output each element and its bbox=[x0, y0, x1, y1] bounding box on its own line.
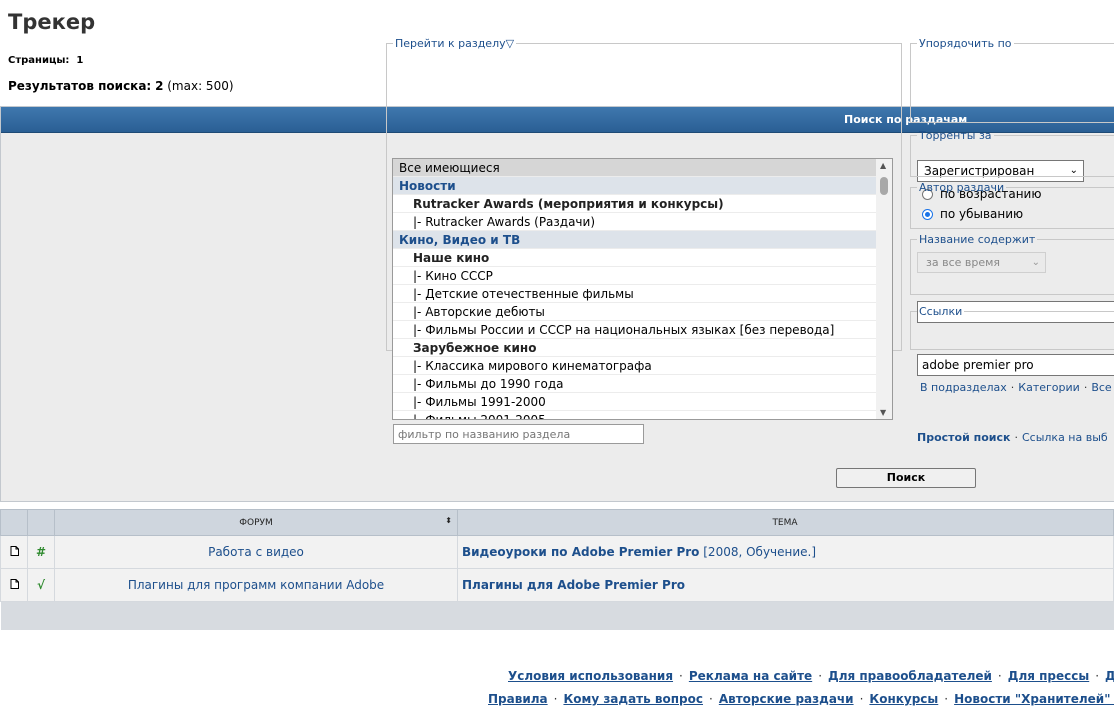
forum-option[interactable]: Новости bbox=[393, 177, 877, 195]
links-row: Простой поиск · Ссылка на выб bbox=[917, 431, 1108, 444]
footer-links-row-2: Правила · Кому задать вопрос · Авторские раз… bbox=[488, 692, 1114, 706]
pages-indicator: Страницы: 1 bbox=[8, 55, 83, 66]
status-hash-icon: # bbox=[27, 535, 55, 569]
forum-option[interactable]: Наше кино bbox=[393, 249, 877, 267]
forum-option[interactable]: |- Фильмы до 1990 года bbox=[393, 375, 877, 393]
forum-cell: Плагины для программ компании Adobe bbox=[54, 568, 458, 602]
status-check-icon: √ bbox=[27, 568, 55, 602]
forum-select-list[interactable]: Все имеющиеся Новости Rutracker Awards (ме… bbox=[392, 158, 893, 420]
results-count: 2 bbox=[155, 79, 164, 93]
table-row: # Работа с видео Видеоуроки по Adobe Pre… bbox=[0, 535, 1114, 569]
results-footer-row bbox=[0, 601, 1114, 630]
topic-link[interactable]: Плагины для Adobe Premier Pro bbox=[462, 578, 685, 592]
forum-link[interactable]: Плагины для программ компании Adobe bbox=[128, 578, 384, 592]
forum-option[interactable]: Все имеющиеся bbox=[393, 159, 877, 177]
results-label: Результатов поиска: bbox=[8, 79, 152, 93]
forum-filter-input[interactable] bbox=[393, 424, 644, 444]
simple-search-link[interactable]: Простой поиск bbox=[917, 431, 1010, 444]
links-legend: Ссылки bbox=[919, 305, 963, 318]
col-forum-header[interactable]: ФОРУМ ⬍ bbox=[54, 509, 458, 536]
forum-option[interactable]: |- Фильмы 2001-2005 bbox=[393, 411, 877, 419]
forum-option[interactable]: Rutracker Awards (мероприятия и конкурсы… bbox=[393, 195, 877, 213]
author-fieldset: Автор раздачи bbox=[910, 181, 1114, 229]
in-subforums-link[interactable]: В подразделах bbox=[920, 381, 1007, 394]
pages-label: Страницы: bbox=[8, 55, 70, 66]
footer-link-author-releases[interactable]: Авторские раздачи bbox=[719, 692, 854, 706]
footer-link-ask[interactable]: Кому задать вопрос bbox=[563, 692, 703, 706]
col-topic-header[interactable]: ТЕМА bbox=[457, 509, 1114, 536]
order-legend: Упорядочить по bbox=[919, 37, 1012, 50]
title-legend: Название содержит bbox=[919, 233, 1036, 246]
title-fieldset: Название содержит bbox=[910, 233, 1114, 295]
scroll-down-arrow-icon[interactable]: ▼ bbox=[880, 408, 886, 417]
forum-legend[interactable]: Перейти к разделу▽ bbox=[393, 37, 516, 50]
pages-value: 1 bbox=[76, 55, 84, 66]
scroll-thumb[interactable] bbox=[880, 177, 888, 195]
all-link[interactable]: Все bbox=[1091, 381, 1111, 394]
title-search-scope-links: В подразделах · Категории · Все bbox=[920, 381, 1112, 394]
footer-link-keepers-news[interactable]: Новости "Хранителей" и "Ан bbox=[954, 692, 1114, 706]
footer-link-press[interactable]: Для прессы bbox=[1008, 669, 1089, 683]
col-icon bbox=[0, 509, 28, 536]
forum-link[interactable]: Работа с видео bbox=[208, 545, 304, 559]
topic-cell: Плагины для Adobe Premier Pro bbox=[457, 568, 1114, 602]
results-header-row: ФОРУМ ⬍ ТЕМА bbox=[0, 509, 1114, 536]
triangle-down-icon: ▽ bbox=[505, 37, 515, 50]
title-search-input[interactable]: adobe premier pro bbox=[917, 354, 1114, 376]
topic-cell: Видеоуроки по Adobe Premier Pro [2008, О… bbox=[457, 535, 1114, 569]
page-title: Трекер bbox=[8, 10, 96, 34]
link-to-results-link[interactable]: Ссылка на выб bbox=[1022, 431, 1108, 444]
results-max: (max: 500) bbox=[167, 79, 234, 93]
forum-options: Все имеющиеся Новости Rutracker Awards (ме… bbox=[393, 159, 892, 419]
forum-option[interactable]: |- Фильмы 1991-2000 bbox=[393, 393, 877, 411]
footer-link-terms[interactable]: Условия использования bbox=[508, 669, 673, 683]
torrents-period-fieldset: Торренты за bbox=[910, 129, 1114, 177]
topic-file-icon[interactable] bbox=[0, 535, 28, 569]
footer-links-row-1: Условия использования · Реклама на сайте · Д… bbox=[508, 669, 1114, 683]
forum-option[interactable]: |- Кино СССР bbox=[393, 267, 877, 285]
results-table: ФОРУМ ⬍ ТЕМА # Работа с видео Видеоуроки… bbox=[0, 509, 1114, 630]
forum-option[interactable]: Зарубежное кино bbox=[393, 339, 877, 357]
torrents-legend: Торренты за bbox=[919, 129, 992, 142]
sort-arrows-icon[interactable]: ⬍ bbox=[445, 516, 452, 525]
footer-link-rightholders[interactable]: Для правообладателей bbox=[828, 669, 992, 683]
categories-link[interactable]: Категории bbox=[1018, 381, 1080, 394]
search-button[interactable]: Поиск bbox=[836, 468, 976, 488]
col-status bbox=[27, 509, 55, 536]
forum-option[interactable]: |- Детские отечественные фильмы bbox=[393, 285, 877, 303]
forum-option[interactable]: |- Классика мирового кинематографа bbox=[393, 357, 877, 375]
links-fieldset: Ссылки bbox=[910, 305, 1114, 350]
forum-option[interactable]: |- Фильмы России и СССР на национальных … bbox=[393, 321, 877, 339]
table-row: √ Плагины для программ компании Adobe Пл… bbox=[0, 568, 1114, 602]
forum-option[interactable]: |- Rutracker Awards (Раздачи) bbox=[393, 213, 877, 231]
scroll-up-arrow-icon[interactable]: ▲ bbox=[880, 161, 886, 170]
footer-link-ads[interactable]: Реклама на сайте bbox=[689, 669, 812, 683]
footer-link-more[interactable]: Для пр bbox=[1105, 669, 1114, 683]
author-legend: Автор раздачи bbox=[919, 181, 1005, 194]
forum-option[interactable]: Кино, Видео и ТВ bbox=[393, 231, 877, 249]
topic-link[interactable]: Видеоуроки по Adobe Premier Pro bbox=[462, 545, 699, 559]
forum-cell: Работа с видео bbox=[54, 535, 458, 569]
forum-option[interactable]: |- Авторские дебюты bbox=[393, 303, 877, 321]
forum-list-scrollbar[interactable]: ▲ ▼ bbox=[876, 159, 892, 419]
footer-link-rules[interactable]: Правила bbox=[488, 692, 548, 706]
footer-link-contests[interactable]: Конкурсы bbox=[869, 692, 938, 706]
topic-file-icon[interactable] bbox=[0, 568, 28, 602]
results-summary: Результатов поиска: 2 (max: 500) bbox=[8, 79, 234, 93]
topic-meta: [2008, Обучение.] bbox=[703, 545, 817, 559]
order-fieldset: Упорядочить по bbox=[910, 37, 1114, 123]
